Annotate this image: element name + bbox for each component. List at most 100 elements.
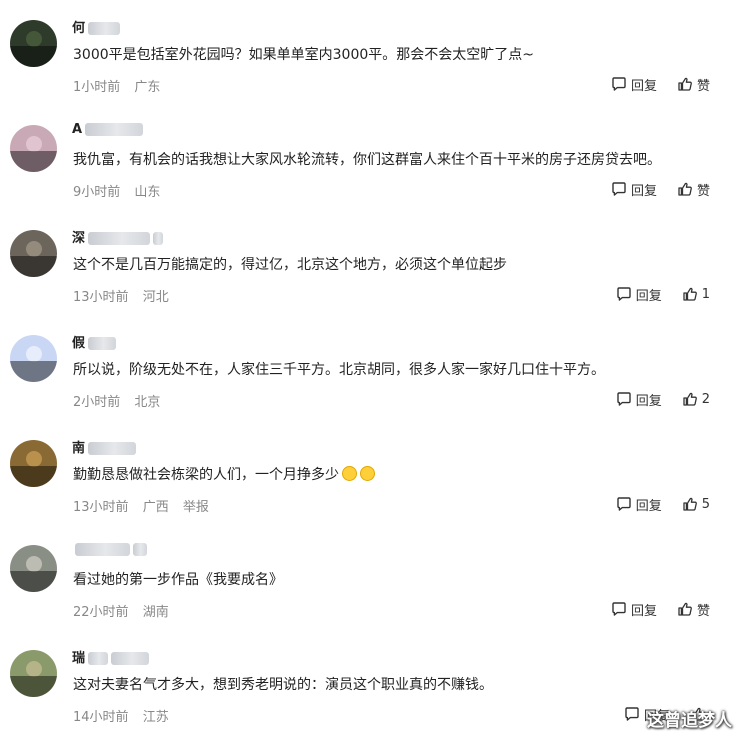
comment-location: 北京 (134, 395, 161, 410)
blurred-username-mask (88, 337, 117, 350)
comment-text: 看过她的第一步作品《我要成名》 (73, 570, 283, 590)
reply-label: 回复 (630, 183, 657, 199)
comment-meta: 9小时前 山东 (73, 181, 160, 200)
blurred-username-mask (133, 543, 147, 556)
avatar[interactable] (10, 335, 57, 382)
avatar-figure (26, 556, 42, 572)
comment-text-content: 勤勤恳恳做社会栋梁的人们，一个月挣多少 (73, 467, 339, 483)
comment-location: 湖南 (142, 605, 169, 620)
avatar-shade (10, 570, 57, 592)
avatar-figure (26, 661, 42, 677)
username-text: 假 (72, 336, 86, 351)
reply-label: 回复 (630, 603, 657, 619)
comment-time: 1小时前 (73, 80, 121, 95)
laughing-emoji-icon (342, 466, 357, 481)
like-button[interactable]: 赞 (677, 600, 710, 619)
username-text: A (72, 122, 83, 137)
reply-button[interactable]: 回复 (616, 285, 662, 304)
comment-item: 南 勤勤恳恳做社会栋梁的人们，一个月挣多少 13小时前 广西 举报 回复 5 (0, 420, 750, 525)
avatar-shade (10, 150, 57, 172)
thumbs-up-icon (682, 391, 702, 407)
comment-location: 广东 (134, 80, 161, 95)
comment-item: 深 这个不是几百万能搞定的，得过亿，北京这个地方，必须这个单位起步 13小时前 … (0, 210, 750, 315)
comment-time: 2小时前 (73, 395, 121, 410)
avatar[interactable] (10, 230, 57, 277)
comment-text: 勤勤恳恳做社会栋梁的人们，一个月挣多少 (73, 465, 375, 485)
like-count: 1 (701, 286, 710, 302)
thumbs-up-icon (677, 601, 697, 617)
like-button[interactable]: 赞 (677, 75, 710, 94)
comment-time: 13小时前 (73, 290, 129, 305)
comment-location: 河北 (142, 290, 169, 305)
username[interactable]: 深 (72, 227, 164, 246)
thumbs-up-icon (682, 286, 702, 302)
comment-actions: 回复 1 (616, 283, 710, 305)
comment-actions: 回复 赞 (611, 73, 710, 95)
reply-icon (616, 391, 636, 407)
username-text: 瑞 (72, 651, 86, 666)
comment-meta: 22小时前 湖南 (73, 601, 169, 620)
comment-text-content: 3000平是包括室外花园吗？如果单单室内3000平。那会不会太空旷了点~ (73, 47, 534, 63)
avatar[interactable] (10, 20, 57, 67)
reply-label: 回复 (635, 498, 662, 514)
avatar[interactable] (10, 650, 57, 697)
username[interactable]: 假 (72, 332, 117, 351)
comment-meta: 13小时前 河北 (73, 286, 169, 305)
comment-time: 13小时前 (73, 500, 129, 515)
username[interactable]: 何 (72, 17, 121, 36)
comment-meta: 14小时前 江苏 (73, 706, 169, 725)
avatar-figure (26, 451, 42, 467)
username[interactable]: 南 (72, 437, 137, 456)
thumbs-up-icon (677, 76, 697, 92)
like-button[interactable]: 5 (682, 496, 710, 512)
like-button[interactable]: 赞 (677, 180, 710, 199)
thumbs-up-icon (677, 181, 697, 197)
avatar[interactable] (10, 440, 57, 487)
like-count: 5 (701, 496, 710, 512)
reply-button[interactable]: 回复 (611, 600, 657, 619)
comment-text-content: 看过她的第一步作品《我要成名》 (73, 572, 283, 588)
comment-text: 所以说，阶级无处不在，人家住三千平方。北京胡同，很多人家一家好几口住十平方。 (73, 360, 605, 380)
blurred-username-mask (88, 442, 137, 455)
comment-actions: 回复 2 (616, 388, 710, 410)
username[interactable]: A (72, 122, 144, 140)
comment-actions: 回复 赞 (611, 598, 710, 620)
reply-icon (611, 181, 631, 197)
reply-button[interactable]: 回复 (611, 75, 657, 94)
comment-text: 3000平是包括室外花园吗？如果单单室内3000平。那会不会太空旷了点~ (73, 45, 534, 65)
avatar-figure (26, 241, 42, 257)
comment-meta: 13小时前 广西 举报 (73, 496, 209, 515)
reply-icon (624, 706, 644, 722)
like-button[interactable]: 1 (682, 286, 710, 302)
comment-time: 14小时前 (73, 710, 129, 725)
avatar[interactable] (10, 125, 57, 172)
like-count: 赞 (696, 183, 710, 199)
watermark: 这曾追梦人 (647, 711, 732, 731)
reply-button[interactable]: 回复 (616, 495, 662, 514)
reply-label: 回复 (635, 393, 662, 409)
comment-text: 我仇富，有机会的话我想让大家风水轮流转，你们这群富人来住个百十平米的房子还房贷去… (73, 150, 661, 170)
comment-meta: 2小时前 北京 (73, 391, 160, 410)
reply-icon (611, 601, 631, 617)
blurred-username-mask (88, 232, 151, 245)
avatar[interactable] (10, 545, 57, 592)
like-count: 赞 (696, 78, 710, 94)
comment-text-content: 这对夫妻名气才多大，想到秀老明说的：演员这个职业真的不赚钱。 (73, 677, 493, 693)
report-link[interactable]: 举报 (183, 500, 209, 515)
comment-item: 瑞 这对夫妻名气才多大，想到秀老明说的：演员这个职业真的不赚钱。 14小时前 江… (0, 630, 750, 735)
comment-text-content: 所以说，阶级无处不在，人家住三千平方。北京胡同，很多人家一家好几口住十平方。 (73, 362, 605, 378)
username[interactable]: 瑞 (72, 647, 150, 666)
like-button[interactable]: 2 (682, 391, 710, 407)
comment-time: 22小时前 (73, 605, 129, 620)
comment-item: A 我仇富，有机会的话我想让大家风水轮流转，你们这群富人来住个百十平米的房子还房… (0, 105, 750, 210)
username-text: 深 (72, 231, 86, 246)
reply-label: 回复 (630, 78, 657, 94)
reply-button[interactable]: 回复 (611, 180, 657, 199)
comment-item: 何 3000平是包括室外花园吗？如果单单室内3000平。那会不会太空旷了点~ 1… (0, 0, 750, 105)
comment-text-content: 这个不是几百万能搞定的，得过亿，北京这个地方，必须这个单位起步 (73, 257, 507, 273)
reply-button[interactable]: 回复 (616, 390, 662, 409)
comment-text: 这对夫妻名气才多大，想到秀老明说的：演员这个职业真的不赚钱。 (73, 675, 493, 695)
username[interactable] (72, 542, 147, 560)
reply-icon (616, 496, 636, 512)
like-count: 赞 (696, 603, 710, 619)
